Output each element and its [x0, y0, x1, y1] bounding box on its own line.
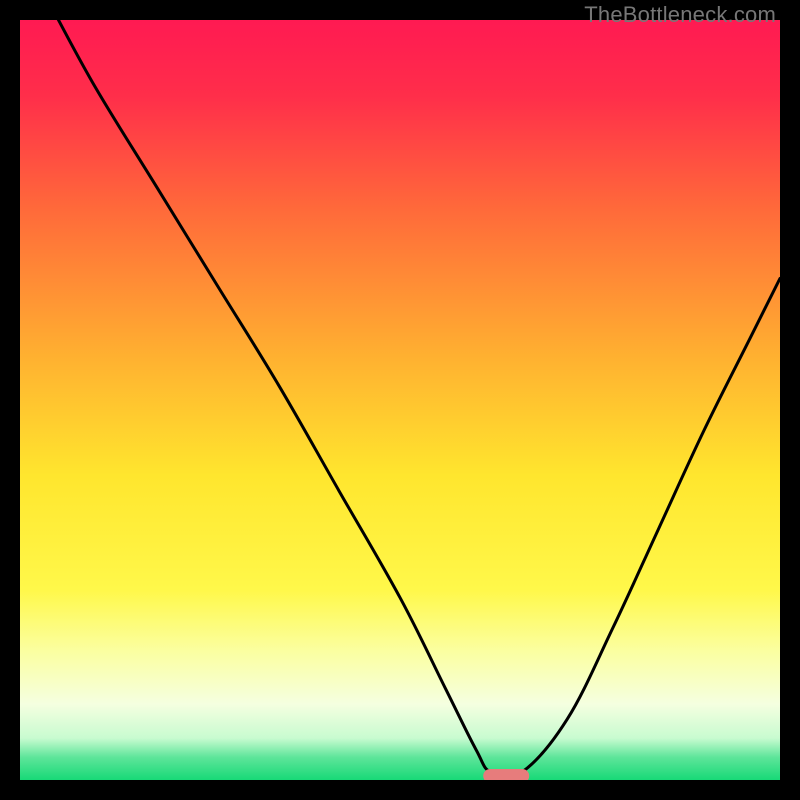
plot-area	[20, 20, 780, 780]
watermark-text: TheBottleneck.com	[584, 2, 776, 28]
chart-frame: TheBottleneck.com	[0, 0, 800, 800]
curve-layer	[20, 20, 780, 780]
optimal-marker	[484, 769, 530, 780]
bottleneck-curve	[50, 20, 780, 778]
